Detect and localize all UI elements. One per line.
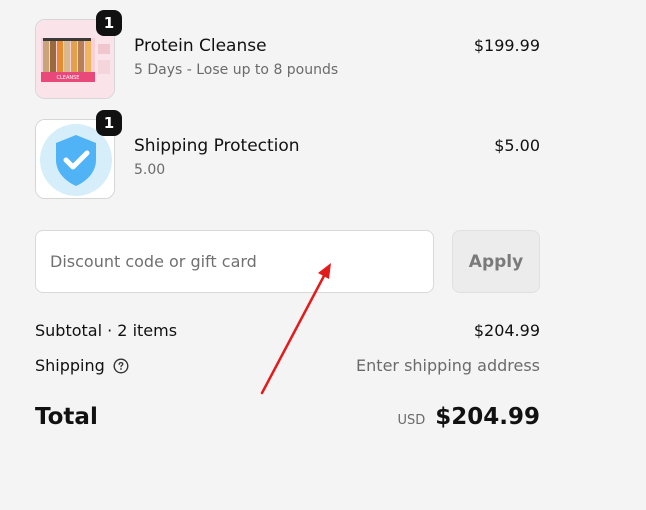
quantity-badge: 1 bbox=[96, 10, 122, 36]
product-image-label: CLEANSE bbox=[57, 75, 80, 81]
subtotal-row: Subtotal · 2 items $204.99 bbox=[35, 321, 540, 340]
item-price: $199.99 bbox=[473, 36, 540, 55]
checkout-order-summary: CLEANSE 1 Protein Cleanse 5 Days - Lose … bbox=[0, 0, 646, 510]
currency-code: USD bbox=[397, 413, 426, 428]
line-item-protein-cleanse: CLEANSE 1 Protein Cleanse 5 Days - Lose … bbox=[35, 10, 540, 101]
total-label: Total bbox=[35, 404, 98, 430]
discount-code-input[interactable] bbox=[35, 230, 434, 293]
item-price: $5.00 bbox=[494, 136, 540, 155]
item-title: Protein Cleanse bbox=[134, 36, 267, 56]
item-title: Shipping Protection bbox=[134, 136, 300, 156]
shipping-value: Enter shipping address bbox=[356, 356, 540, 375]
apply-discount-button[interactable]: Apply bbox=[452, 230, 540, 293]
item-variant: 5 Days - Lose up to 8 pounds bbox=[134, 62, 339, 78]
subtotal-label: Subtotal · 2 items bbox=[35, 321, 178, 340]
total-row: Total USD $204.99 bbox=[35, 404, 540, 430]
item-variant: 5.00 bbox=[134, 162, 166, 178]
shipping-label-group: Shipping bbox=[35, 356, 129, 375]
subtotal-value: $204.99 bbox=[473, 321, 540, 340]
question-circle-icon[interactable] bbox=[113, 357, 129, 374]
shipping-row: Shipping Enter shipping address bbox=[35, 356, 540, 375]
total-value: $204.99 bbox=[435, 404, 540, 430]
total-amount-group: USD $204.99 bbox=[397, 404, 540, 430]
quantity-badge: 1 bbox=[96, 110, 122, 136]
line-item-shipping-protection: 1 Shipping Protection 5.00 $5.00 bbox=[35, 110, 540, 201]
shipping-label: Shipping bbox=[35, 356, 105, 375]
